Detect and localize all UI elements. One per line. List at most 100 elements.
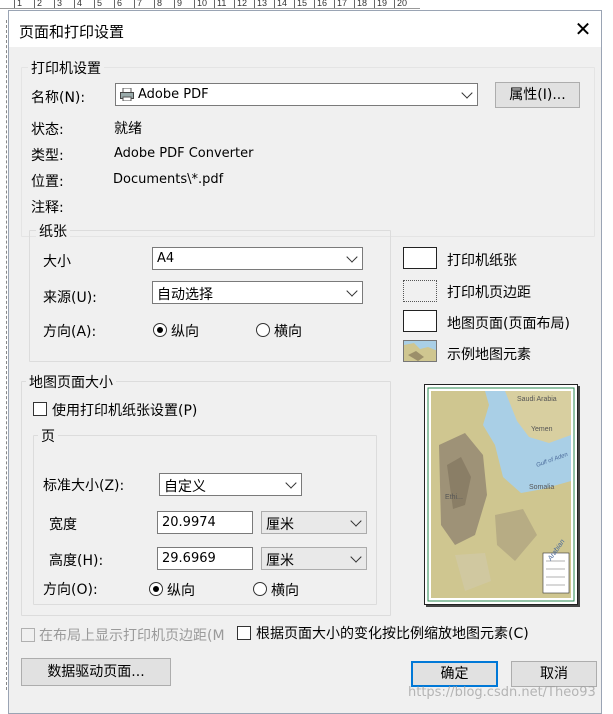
ok-button[interactable]: 确定 [411, 661, 498, 687]
paper-source-combo[interactable]: 自动选择 [152, 281, 363, 304]
ruler-number: 3 [57, 0, 63, 8]
ruler-tick [394, 0, 395, 8]
ruler-number: 16 [317, 0, 328, 8]
ruler-tick [34, 0, 35, 8]
legend-sample-map-element: 示例地图元素 [447, 347, 531, 363]
chevron-down-icon [346, 251, 358, 263]
ruler-number: 7 [137, 0, 143, 8]
chevron-down-icon [346, 285, 358, 297]
printer-properties-button[interactable]: 属性(I)... [495, 82, 580, 108]
dialog-title: 页面和打印设置 [19, 23, 125, 41]
ruler-tick [374, 0, 375, 8]
chevron-down-icon [350, 551, 362, 563]
ruler-tick [254, 0, 255, 8]
height-unit-combo[interactable]: 厘米 [261, 547, 367, 570]
ruler-tick [294, 0, 295, 8]
width-value: 20.9974 [162, 515, 216, 530]
ruler-tick [274, 0, 275, 8]
ruler-number: 19 [377, 0, 388, 8]
ruler-number: 5 [97, 0, 103, 8]
ruler-number: 17 [337, 0, 348, 8]
printer-name-label: 名称(N): [31, 90, 86, 106]
ruler-tick [194, 0, 195, 8]
ruler-tick [314, 0, 315, 8]
width-label: 宽度 [49, 517, 77, 533]
width-input[interactable]: 20.9974 [157, 511, 253, 534]
height-label: 高度(H): [49, 553, 104, 569]
paper-landscape-label: 横向 [274, 324, 302, 340]
legend-printer-margin: 打印机页边距 [447, 285, 531, 301]
ruler-tick [114, 0, 115, 8]
printer-name-value: Adobe PDF [138, 87, 209, 102]
chevron-down-icon [285, 477, 297, 489]
ruler-number: 11 [217, 0, 227, 8]
watermark-text: https://blog.csdn.net/Theo93 [408, 685, 596, 700]
printer-type-label: 类型: [31, 148, 64, 164]
page-layout-preview: Saudi Arabia Yemen Gulf of Aden Somalia … [424, 384, 578, 605]
ruler-number: 8 [157, 0, 163, 8]
height-input[interactable]: 29.6969 [157, 547, 253, 570]
chevron-down-icon [350, 515, 362, 527]
ruler-number: 18 [357, 0, 368, 8]
close-button[interactable]: ✕ [571, 17, 595, 41]
legend-map-page: 地图页面(页面布局) [447, 316, 570, 332]
background-page-edge [6, 20, 7, 690]
width-unit-value: 厘米 [266, 517, 294, 533]
printer-type-value: Adobe PDF Converter [114, 146, 254, 161]
ruler-tick [14, 0, 15, 8]
use-printer-paper-label: 使用打印机纸张设置(P) [52, 403, 198, 419]
height-value: 29.6969 [162, 551, 216, 566]
ruler-tick [334, 0, 335, 8]
ruler-tick [174, 0, 175, 8]
printer-where-label: 位置: [31, 174, 64, 190]
paper-source-label: 来源(U): [43, 290, 97, 306]
paper-size-combo[interactable]: A4 [152, 247, 363, 270]
page-print-setup-dialog: 页面和打印设置 ✕ 打印机设置 名称(N): Adobe PDF 属性(I)..… [8, 10, 602, 714]
page-portrait-radio[interactable] [149, 582, 163, 596]
map-label-saudi-arabia: Saudi Arabia [517, 396, 557, 403]
paper-portrait-radio[interactable] [153, 323, 167, 337]
standard-size-label: 标准大小(Z): [43, 478, 125, 494]
paper-orientation-label: 方向(A): [43, 324, 97, 340]
ruler-number: 12 [237, 0, 248, 8]
scale-map-elements-checkbox[interactable] [237, 626, 251, 640]
map-preview: Saudi Arabia Yemen Gulf of Aden Somalia … [427, 387, 575, 602]
ruler-number: 6 [117, 0, 123, 8]
height-unit-value: 厘米 [266, 553, 294, 569]
use-printer-paper-checkbox[interactable] [33, 402, 47, 416]
ruler-number: 2 [37, 0, 43, 8]
ruler-number: 20 [397, 0, 408, 8]
data-driven-pages-button[interactable]: 数据驱动页面... [21, 658, 171, 686]
page-landscape-radio[interactable] [253, 582, 267, 596]
printer-margin-swatch [403, 280, 437, 302]
ruler-number: 10 [197, 0, 208, 8]
page-portrait-label: 纵向 [167, 583, 195, 599]
page-orientation-label: 方向(O): [43, 582, 98, 598]
show-printer-margins-label: 在布局上显示打印机页边距(M [39, 628, 225, 644]
paper-landscape-radio[interactable] [256, 323, 270, 337]
printer-where-value: Documents\*.pdf [113, 172, 224, 187]
ruler-number: 13 [257, 0, 268, 8]
ruler-tick [134, 0, 135, 8]
paper-size-label: 大小 [43, 254, 71, 270]
map-label-ethiopia: Ethi... [445, 494, 463, 501]
printer-status-value: 就绪 [114, 121, 142, 137]
standard-size-combo[interactable]: 自定义 [159, 473, 302, 496]
width-unit-combo[interactable]: 厘米 [261, 511, 367, 534]
show-printer-margins-checkbox[interactable] [21, 628, 35, 642]
printer-setup-legend: 打印机设置 [28, 58, 104, 78]
legend-printer-paper: 打印机纸张 [447, 253, 517, 269]
sample-map-element-swatch [403, 340, 437, 362]
printer-name-combo[interactable]: Adobe PDF [115, 83, 478, 106]
standard-size-value: 自定义 [164, 479, 206, 495]
ruler-tick [354, 0, 355, 8]
map-label-somalia: Somalia [529, 484, 554, 491]
chevron-down-icon [461, 87, 473, 99]
paper-portrait-label: 纵向 [171, 324, 199, 340]
cancel-button[interactable]: 取消 [511, 661, 597, 687]
background-ruler: 1 2 3 4 5 6 7 8 9 10 11 12 13 14 15 16 17 18 19 20 [0, 0, 420, 9]
printer-icon [120, 87, 134, 102]
background-strip [602, 0, 613, 714]
ruler-number: 4 [77, 0, 83, 8]
ruler-number: 9 [177, 0, 183, 8]
